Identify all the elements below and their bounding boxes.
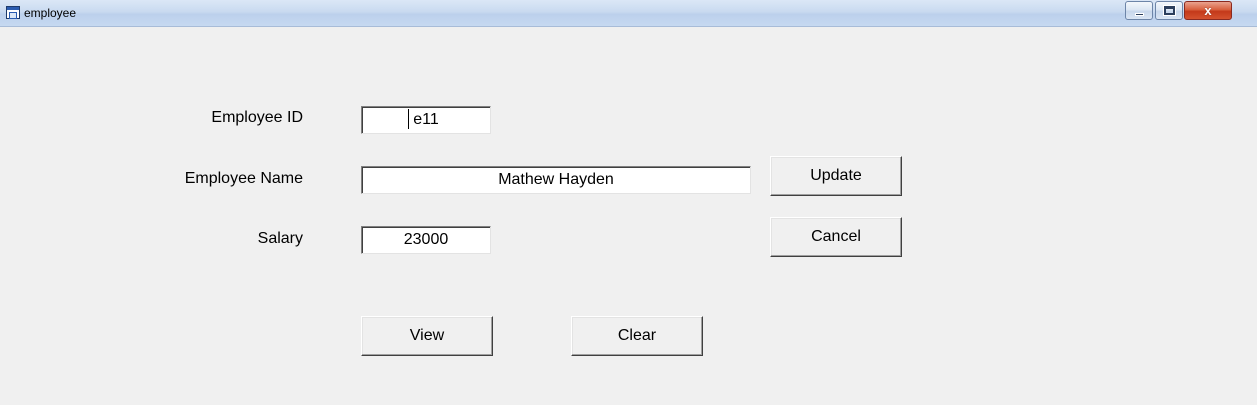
maximize-icon [1164,6,1175,15]
employee-window: employee x Employee ID Employee Name Sal… [0,0,1257,405]
minimize-button[interactable] [1125,1,1153,20]
clear-button[interactable]: Clear [571,316,703,356]
cancel-button[interactable]: Cancel [770,217,902,257]
close-icon: x [1204,3,1212,18]
salary-label: Salary [257,230,303,247]
maximize-button[interactable] [1155,1,1183,20]
employee-name-label: Employee Name [184,170,303,187]
view-button[interactable]: View [361,316,493,356]
employee-id-label: Employee ID [211,109,303,126]
salary-field[interactable] [361,226,491,254]
close-button[interactable]: x [1184,1,1232,20]
update-button[interactable]: Update [770,156,902,196]
employee-name-field[interactable] [361,166,751,194]
minimize-icon [1135,13,1144,16]
employee-id-field[interactable] [361,106,491,134]
window-title: employee [24,6,77,20]
text-caret [408,109,409,129]
form-window-icon[interactable] [6,6,20,19]
title-bar[interactable]: employee x [0,0,1257,27]
